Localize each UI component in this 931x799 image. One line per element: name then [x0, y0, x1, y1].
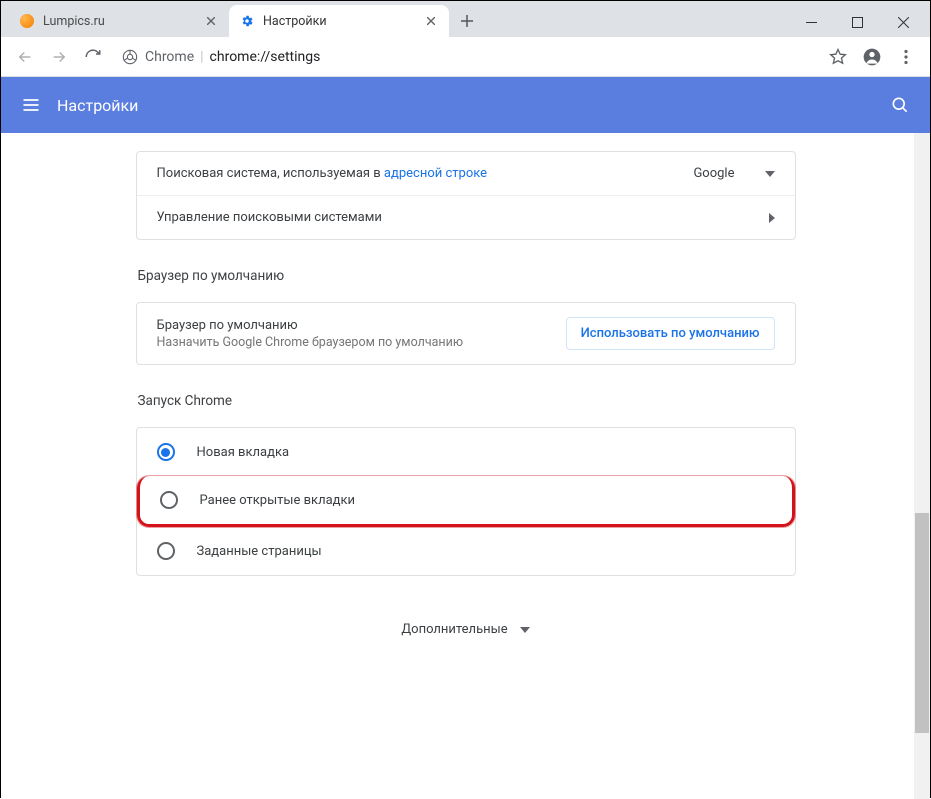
search-icon[interactable]	[884, 89, 916, 121]
radio-icon	[160, 491, 178, 509]
window-controls	[788, 7, 926, 37]
startup-section-title: Запуск Chrome	[136, 393, 796, 409]
address-bar: Chrome | chrome://settings	[1, 37, 930, 77]
row-label: Управление поисковыми системами	[157, 210, 769, 225]
default-browser-row: Браузер по умолчанию Назначить Google Ch…	[137, 303, 795, 364]
radio-icon	[157, 542, 175, 560]
star-icon[interactable]	[822, 41, 854, 73]
caret-down-icon	[765, 171, 775, 177]
page-title: Настройки	[57, 96, 138, 115]
chevron-right-icon	[769, 213, 775, 223]
default-browser-section-title: Браузер по умолчанию	[136, 268, 796, 284]
advanced-label: Дополнительные	[401, 622, 507, 637]
startup-option-newtab[interactable]: Новая вкладка	[137, 428, 795, 476]
radio-checked-icon	[157, 443, 175, 461]
search-engine-row[interactable]: Поисковая система, используемая в адресн…	[137, 152, 795, 195]
startup-option-pages[interactable]: Заданные страницы	[137, 527, 795, 575]
minimize-button[interactable]	[788, 7, 834, 37]
close-icon[interactable]	[203, 13, 219, 29]
new-tab-button[interactable]	[453, 7, 481, 35]
chrome-icon	[121, 48, 139, 66]
url-box[interactable]: Chrome | chrome://settings	[111, 42, 820, 72]
advanced-toggle[interactable]: Дополнительные	[1, 622, 930, 637]
scrollbar-track[interactable]	[914, 133, 930, 799]
content: Настройки Поисковая система, используема…	[1, 77, 930, 799]
tabs-row: Lumpics.ru Настройки	[1, 1, 788, 37]
url-prefix: Chrome	[145, 49, 194, 65]
gear-icon	[239, 13, 255, 29]
scrollbar-thumb[interactable]	[915, 513, 929, 733]
manage-search-engines-row[interactable]: Управление поисковыми системами	[137, 195, 795, 239]
search-engine-label: Поисковая система, используемая в адресн…	[157, 166, 694, 181]
option-label: Новая вкладка	[197, 445, 290, 460]
forward-button[interactable]	[43, 41, 75, 73]
tab-settings[interactable]: Настройки	[229, 5, 449, 37]
hamburger-icon[interactable]	[15, 89, 47, 121]
search-engine-card: Поисковая система, используемая в адресн…	[136, 151, 796, 240]
settings-body: Поисковая система, используемая в адресн…	[1, 151, 930, 677]
profile-icon[interactable]	[856, 41, 888, 73]
default-browser-text: Браузер по умолчанию Назначить Google Ch…	[157, 318, 464, 350]
app-header: Настройки	[1, 77, 930, 133]
select-value: Google	[693, 166, 734, 181]
default-browser-subtitle: Назначить Google Chrome браузером по умо…	[157, 335, 464, 350]
url-path: chrome://settings	[210, 49, 321, 65]
option-label: Ранее открытые вкладки	[200, 493, 356, 508]
startup-card: Новая вкладка Ранее открытые вкладки Зад…	[136, 427, 796, 576]
url-divider: |	[200, 49, 203, 65]
search-engine-select[interactable]: Google	[693, 166, 774, 181]
address-bar-link[interactable]: адресной строке	[384, 166, 487, 181]
close-icon[interactable]	[423, 13, 439, 29]
caret-down-icon	[520, 627, 530, 633]
titlebar: Lumpics.ru Настройки	[1, 1, 930, 37]
menu-icon[interactable]	[890, 41, 922, 73]
close-button[interactable]	[880, 7, 926, 37]
tab-label: Настройки	[263, 14, 423, 29]
default-browser-title: Браузер по умолчанию	[157, 318, 464, 333]
tab-label: Lumpics.ru	[43, 14, 203, 29]
reload-button[interactable]	[77, 41, 109, 73]
back-button[interactable]	[9, 41, 41, 73]
default-browser-card: Браузер по умолчанию Назначить Google Ch…	[136, 302, 796, 365]
favicon-lumpics	[19, 13, 35, 29]
label-text: Поисковая система, используемая в	[157, 166, 384, 181]
startup-option-continue[interactable]: Ранее открытые вкладки	[137, 476, 795, 527]
scroll-area: Поисковая система, используемая в адресн…	[1, 133, 930, 799]
tab-lumpics[interactable]: Lumpics.ru	[9, 5, 229, 37]
option-label: Заданные страницы	[197, 544, 322, 559]
set-default-button[interactable]: Использовать по умолчанию	[566, 317, 775, 350]
maximize-button[interactable]	[834, 7, 880, 37]
